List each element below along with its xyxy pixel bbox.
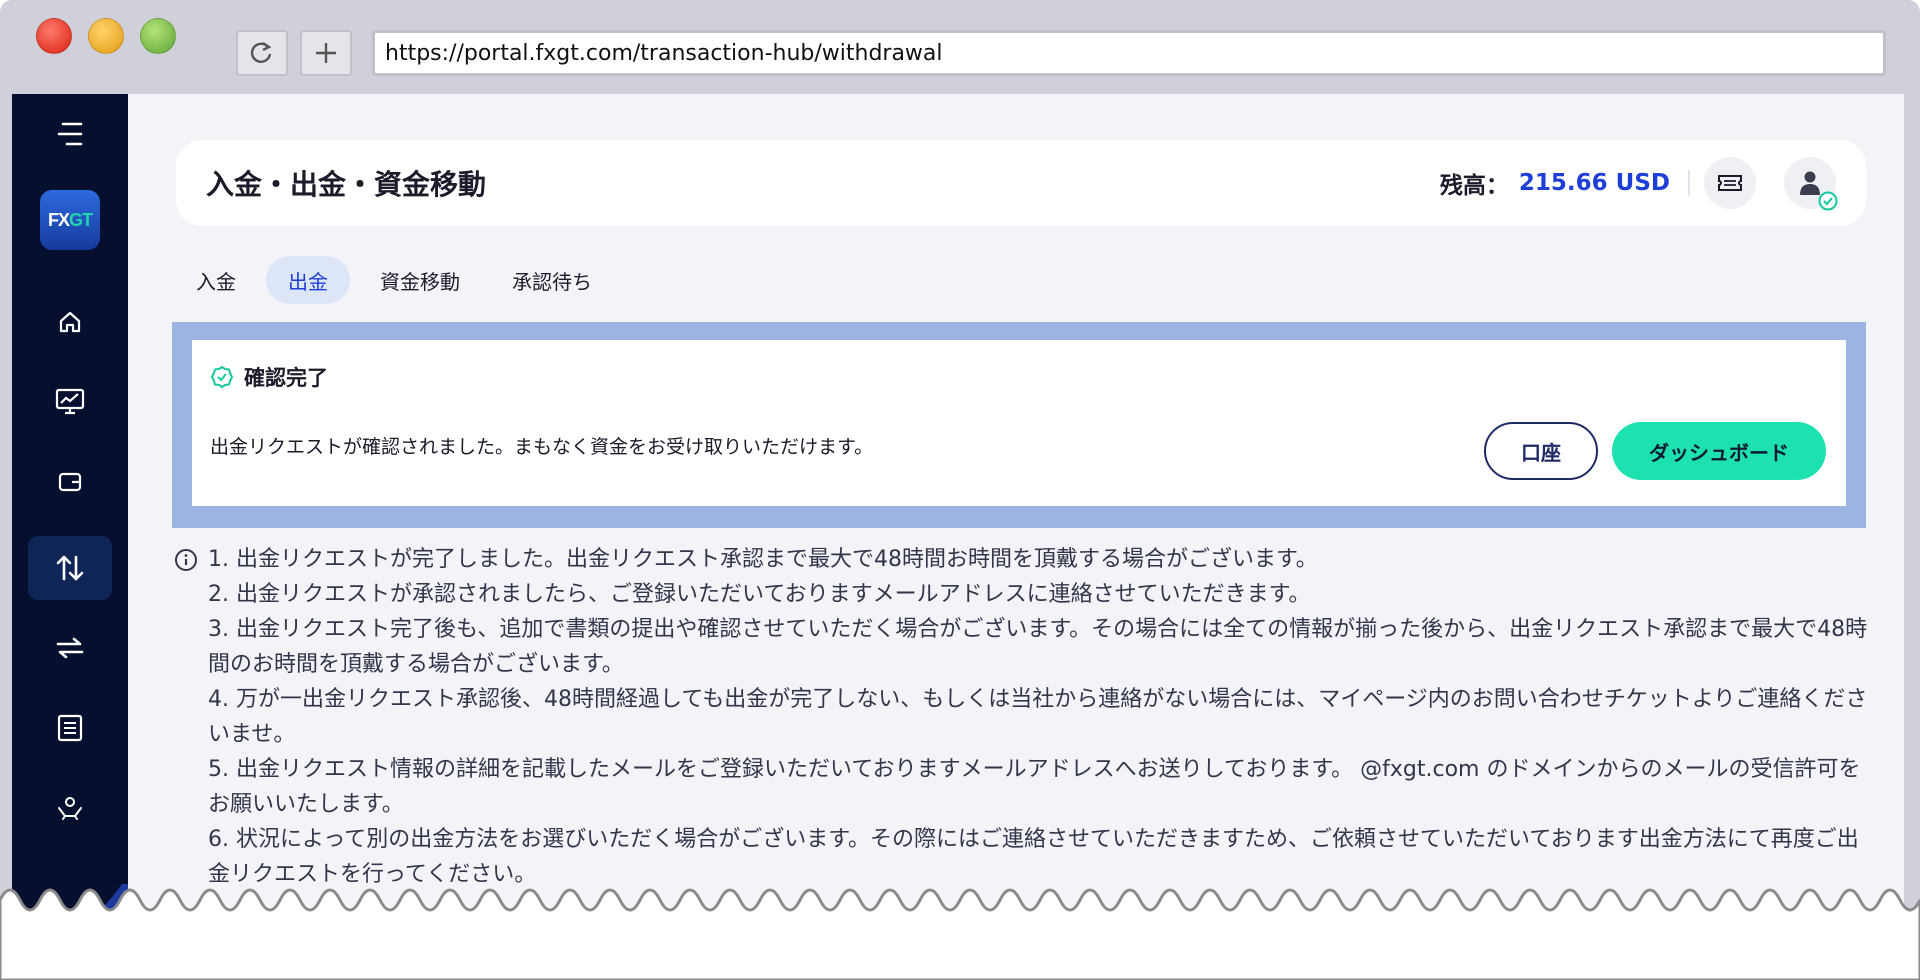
chart-monitor-icon [55, 388, 85, 415]
page-header: 入金・出金・資金移動 残高： 215.66 USD [176, 140, 1866, 226]
note-item: 5. 出金リクエスト情報の詳細を記載したメールをご登録いただいておりますメールア… [208, 757, 1861, 817]
confirmation-card: 確認完了 出金リクエストが確認されました。まもなく資金をお受け取りいただけます。… [192, 340, 1846, 506]
page-title: 入金・出金・資金移動 [206, 168, 487, 201]
account-button[interactable]: 口座 [1484, 422, 1598, 480]
sidebar-menu-toggle[interactable] [28, 102, 112, 166]
note-item: 2. 出金リクエストが承認されましたら、ご登録いただいておりますメールアドレスに… [208, 582, 1311, 607]
maximize-window-button[interactable] [140, 18, 176, 54]
check-circle-icon [211, 366, 233, 388]
sidebar-item-wallet[interactable] [28, 450, 112, 514]
ticket-button[interactable] [1704, 157, 1756, 209]
sidebar-item-history[interactable] [28, 696, 112, 760]
sidebar-item-transfer[interactable] [28, 616, 112, 680]
sidebar-item-partner[interactable] [28, 776, 112, 840]
info-icon [175, 549, 197, 571]
balance-display: 残高： 215.66 USD [1440, 166, 1670, 200]
new-tab-button[interactable] [300, 30, 352, 76]
menu-icon [57, 122, 83, 146]
partner-icon [58, 797, 82, 820]
profile-button[interactable] [1784, 157, 1838, 211]
plus-icon [316, 43, 336, 63]
page-viewport: FX GT 入金・出金・資金移動 残高： 215.66 USD 入金 出金 資金… [12, 94, 1904, 968]
tab-deposit[interactable]: 入金 [174, 256, 258, 304]
balance-label: 残高： [1439, 173, 1509, 199]
fxgt-logo[interactable]: FX GT [40, 190, 100, 250]
dashboard-button[interactable]: ダッシュボード [1612, 422, 1826, 480]
confirmation-message: 出金リクエストが確認されました。まもなく資金をお受け取りいただけます。 [210, 436, 874, 458]
sidebar: FX GT [12, 94, 128, 968]
confirmation-title: 確認完了 [244, 366, 328, 390]
transfer-horizontal-icon [56, 637, 84, 659]
logo-fx-text: FX [47, 209, 70, 230]
address-bar[interactable]: https://portal.fxgt.com/transaction-hub/… [372, 30, 1886, 76]
torn-edge-decoration [0, 888, 1920, 980]
sidebar-item-transactions[interactable] [28, 536, 112, 600]
reload-icon [250, 42, 272, 63]
home-icon [59, 311, 81, 333]
verified-badge-icon [1818, 191, 1838, 211]
main-content: 入金・出金・資金移動 残高： 215.66 USD 入金 出金 資金移動 承認待… [128, 94, 1904, 968]
tab-pending[interactable]: 承認待ち [490, 256, 614, 304]
minimize-window-button[interactable] [88, 18, 124, 54]
tab-withdrawal[interactable]: 出金 [266, 256, 350, 304]
transfer-vertical-icon [56, 555, 84, 581]
logo-gt-text: GT [69, 209, 93, 230]
note-item: 3. 出金リクエスト完了後も、追加で書類の提出や確認させていただく場合がございま… [208, 617, 1868, 677]
sidebar-item-home[interactable] [28, 290, 112, 354]
sidebar-item-trading[interactable] [28, 370, 112, 434]
list-icon [57, 714, 83, 742]
ticket-icon [1718, 175, 1742, 191]
withdrawal-notes: 1. 出金リクエストが完了しました。出金リクエスト承認まで最大で48時間お時間を… [174, 542, 1874, 892]
close-window-button[interactable] [36, 18, 72, 54]
note-item: 4. 万が一出金リクエスト承認後、48時間経過しても出金が完了しない、もしくは当… [208, 687, 1868, 747]
balance-value: 215.66 USD [1518, 170, 1670, 196]
wallet-icon [58, 472, 82, 492]
tab-transfer[interactable]: 資金移動 [358, 256, 482, 304]
note-item: 1. 出金リクエストが完了しました。出金リクエスト承認まで最大で48時間お時間を… [208, 547, 1318, 572]
transaction-tabs: 入金 出金 資金移動 承認待ち [174, 256, 614, 304]
url-text: https://portal.fxgt.com/transaction-hub/… [385, 40, 943, 66]
header-divider [1688, 170, 1690, 196]
browser-window: https://portal.fxgt.com/transaction-hub/… [0, 0, 1920, 980]
window-controls [36, 18, 176, 54]
reload-button[interactable] [236, 30, 288, 76]
confirmation-header: 確認完了 [210, 362, 328, 392]
